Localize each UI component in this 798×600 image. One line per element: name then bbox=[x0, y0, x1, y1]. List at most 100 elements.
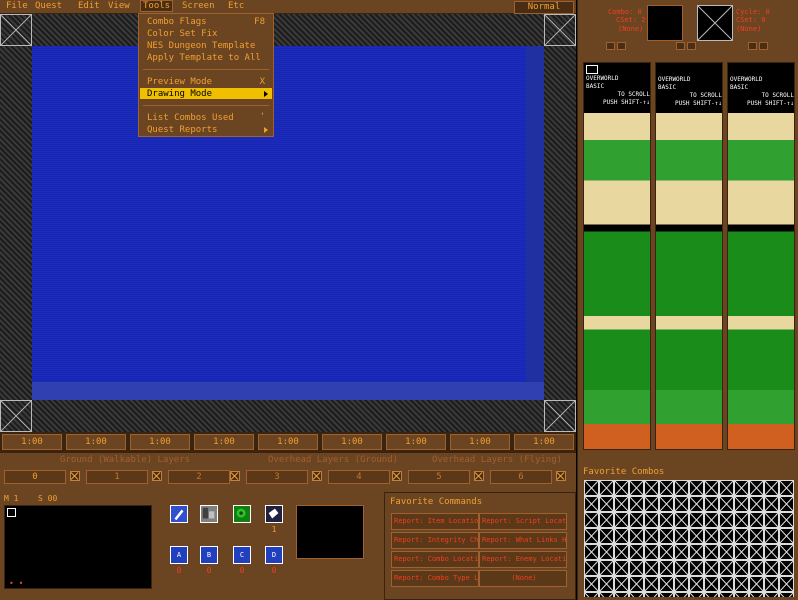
layer-3-button[interactable]: 3 bbox=[246, 470, 308, 484]
menu-tools[interactable]: Tools bbox=[140, 0, 174, 12]
combo-slot-a[interactable]: A bbox=[170, 546, 188, 564]
cmd-report-combo-locations[interactable]: Report: Combo Locations bbox=[391, 551, 479, 568]
combo-slot-4[interactable] bbox=[265, 505, 283, 523]
favorite-combos-grid[interactable] bbox=[584, 480, 794, 597]
menu-item-nes-dungeon-template[interactable]: NES Dungeon Template bbox=[147, 41, 255, 51]
combo-slot-b[interactable]: B bbox=[200, 546, 218, 564]
shortcut-combo-flags: F8 bbox=[254, 17, 265, 27]
corner-x-topright[interactable] bbox=[544, 14, 576, 46]
menu-edit[interactable]: Edit bbox=[78, 1, 100, 11]
combo-prev-button[interactable] bbox=[606, 42, 615, 50]
combo-slot-c-value: 0 bbox=[239, 566, 245, 575]
menu-item-list-combos-used[interactable]: List Combos Used bbox=[147, 113, 234, 123]
submenu-arrow-icon bbox=[264, 127, 268, 133]
layer-6-toggle[interactable] bbox=[556, 471, 566, 481]
banner-line1: OVERWORLD bbox=[730, 76, 763, 83]
menu-separator bbox=[143, 105, 269, 106]
combo-page-column-3[interactable]: OVERWORLD BASIC TO SCROLL PUSH SHIFT-↑↓ bbox=[727, 62, 795, 450]
cmd-report-item-locations[interactable]: Report: Item Locations bbox=[391, 513, 479, 530]
menu-item-preview-mode[interactable]: Preview Mode bbox=[147, 77, 212, 87]
layer-2-toggle[interactable] bbox=[230, 471, 240, 481]
scroll-button[interactable]: 1:00 bbox=[2, 434, 62, 450]
cycle-next-button[interactable] bbox=[759, 42, 768, 50]
menu-screen[interactable]: Screen bbox=[182, 1, 215, 11]
menu-item-quest-reports[interactable]: Quest Reports bbox=[147, 125, 217, 135]
current-combo-preview[interactable] bbox=[647, 5, 683, 41]
scroll-button[interactable]: 1:00 bbox=[386, 434, 446, 450]
combo-page-next-button[interactable] bbox=[687, 42, 696, 50]
combo-slot-2[interactable] bbox=[200, 505, 218, 523]
combo-slot-d[interactable]: D bbox=[265, 546, 283, 564]
mode-indicator[interactable]: Normal bbox=[514, 1, 574, 14]
menu-file[interactable]: File bbox=[6, 1, 28, 11]
cycle-prev-button[interactable] bbox=[748, 42, 757, 50]
menu-item-color-set-fix[interactable]: Color Set Fix bbox=[147, 29, 217, 39]
layer-6-button[interactable]: 6 bbox=[490, 470, 552, 484]
menu-bar: File Quest Edit View Tools Screen Etc bbox=[0, 0, 576, 14]
combo-slot-d-value: 0 bbox=[271, 566, 277, 575]
combo-slot-3[interactable] bbox=[233, 505, 251, 523]
combo-slot-c[interactable]: C bbox=[233, 546, 251, 564]
corner-x-topleft[interactable] bbox=[0, 14, 32, 46]
layer-4-button[interactable]: 4 bbox=[328, 470, 390, 484]
layer-3-toggle[interactable] bbox=[312, 471, 322, 481]
banner-line3: TO SCROLL bbox=[689, 92, 722, 99]
minimap-marks: • • bbox=[9, 579, 24, 588]
minimap[interactable]: • • bbox=[4, 505, 152, 589]
banner-line4: PUSH SHIFT-↑↓ bbox=[603, 99, 650, 106]
tile-art bbox=[584, 113, 650, 449]
ground-layers-header: Ground (Walkable) Layers bbox=[60, 455, 191, 465]
layer-2-button[interactable]: 2 bbox=[168, 470, 230, 484]
scroll-button[interactable]: 1:00 bbox=[258, 434, 318, 450]
map-number: M 1 bbox=[4, 494, 19, 503]
map-bottom-edge bbox=[32, 382, 544, 400]
layer-0-button[interactable]: 0 bbox=[4, 470, 66, 484]
layer-5-toggle[interactable] bbox=[474, 471, 484, 481]
banner-line4: PUSH SHIFT-↑↓ bbox=[675, 100, 722, 107]
menu-quest[interactable]: Quest bbox=[35, 1, 62, 11]
cmd-report-combo-type-locs[interactable]: Report: Combo Type Locs bbox=[391, 570, 479, 587]
combo-slot-4-value: 1 bbox=[271, 525, 277, 534]
combo-page-column-1[interactable]: OVERWORLD BASIC TO SCROLL PUSH SHIFT-↑↓ bbox=[583, 62, 651, 450]
combo-number: Combo: 0 bbox=[608, 8, 642, 16]
corner-x-bottomright[interactable] bbox=[544, 400, 576, 432]
scroll-button[interactable]: 1:00 bbox=[514, 434, 574, 450]
shortcut-preview-mode: X bbox=[259, 77, 265, 87]
combo-slot-1[interactable] bbox=[170, 505, 188, 523]
favorite-commands-panel: Favorite Commands Report: Item Locations… bbox=[384, 492, 576, 600]
layer-1-toggle[interactable] bbox=[152, 471, 162, 481]
combo-page-prev-button[interactable] bbox=[676, 42, 685, 50]
overhead-flying-header: Overhead Layers (Flying) bbox=[432, 455, 563, 465]
overhead-ground-header: Overhead Layers (Ground) bbox=[268, 455, 399, 465]
scroll-button[interactable]: 1:00 bbox=[66, 434, 126, 450]
banner-line4: PUSH SHIFT-↑↓ bbox=[747, 100, 794, 107]
cmd-report-script-locations[interactable]: Report: Script Locations bbox=[479, 513, 567, 530]
layer-5-button[interactable]: 5 bbox=[408, 470, 470, 484]
cmd-report-integrity-check[interactable]: Report: Integrity Check bbox=[391, 532, 479, 549]
scroll-button[interactable]: 1:00 bbox=[450, 434, 510, 450]
menu-item-drawing-mode[interactable]: Drawing Mode bbox=[147, 89, 212, 99]
combo-page-column-2[interactable]: OVERWORLD BASIC TO SCROLL PUSH SHIFT-↑↓ bbox=[655, 62, 723, 450]
scroll-button[interactable]: 1:00 bbox=[194, 434, 254, 450]
layer-0-toggle[interactable] bbox=[70, 471, 80, 481]
layer-4-toggle[interactable] bbox=[392, 471, 402, 481]
tile-art bbox=[656, 113, 722, 449]
tile-art bbox=[728, 113, 794, 449]
corner-x-bottomleft[interactable] bbox=[0, 400, 32, 432]
cycle-extra: (None) bbox=[736, 25, 762, 33]
combo-cset: CSet: 2 bbox=[616, 16, 646, 24]
cmd-report-what-links-here[interactable]: Report: What Links Here bbox=[479, 532, 567, 549]
cmd-report-enemy-locations[interactable]: Report: Enemy Locations bbox=[479, 551, 567, 568]
menu-view[interactable]: View bbox=[108, 1, 130, 11]
menu-item-combo-flags[interactable]: Combo Flags bbox=[147, 17, 207, 27]
favorite-commands-title: Favorite Commands bbox=[390, 497, 483, 507]
scroll-button[interactable]: 1:00 bbox=[322, 434, 382, 450]
tools-menu: Combo Flags F8 Color Set Fix NES Dungeon… bbox=[138, 13, 274, 137]
cmd-none[interactable]: (None) bbox=[479, 570, 567, 587]
menu-item-apply-template[interactable]: Apply Template to All bbox=[147, 53, 261, 63]
scroll-button[interactable]: 1:00 bbox=[130, 434, 190, 450]
menu-etc[interactable]: Etc bbox=[228, 1, 244, 11]
layer-1-button[interactable]: 1 bbox=[86, 470, 148, 484]
cycle-combo-preview[interactable] bbox=[697, 5, 733, 41]
combo-next-button[interactable] bbox=[617, 42, 626, 50]
